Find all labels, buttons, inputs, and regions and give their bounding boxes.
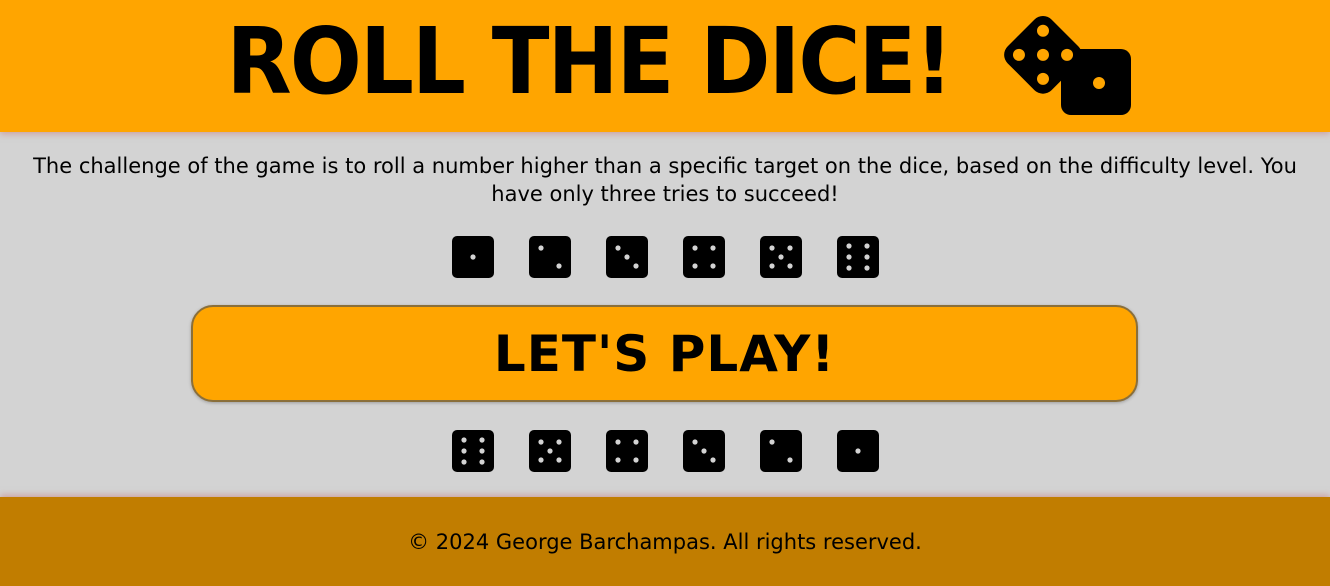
dice-three-icon [605, 236, 648, 278]
page-header: ROLL THE DICE! [0, 0, 1330, 132]
page-title: ROLL THE DICE! [226, 8, 954, 115]
dice-three-icon [682, 430, 725, 472]
dice-row-top [0, 236, 1330, 278]
lets-play-button[interactable]: LET'S PLAY! [191, 305, 1138, 402]
dice-five-icon [759, 236, 802, 278]
dice-four-icon [682, 236, 725, 278]
copyright-text: © 2024 George Barchampas. All rights res… [408, 529, 922, 554]
intro-text: The challenge of the game is to roll a n… [33, 154, 1297, 206]
dice-six-icon [451, 430, 494, 472]
dice-four-icon [605, 430, 648, 472]
dice-one-icon [836, 430, 879, 472]
main-content: The challenge of the game is to roll a n… [0, 132, 1330, 497]
dice-five-icon [528, 430, 571, 472]
dice-two-icon [759, 430, 802, 472]
dice-icon [995, 5, 1135, 121]
dice-one-icon [451, 236, 494, 278]
page-footer: © 2024 George Barchampas. All rights res… [0, 497, 1330, 586]
dice-row-bottom [0, 430, 1330, 472]
dice-two-icon [528, 236, 571, 278]
dice-six-icon [836, 236, 879, 278]
